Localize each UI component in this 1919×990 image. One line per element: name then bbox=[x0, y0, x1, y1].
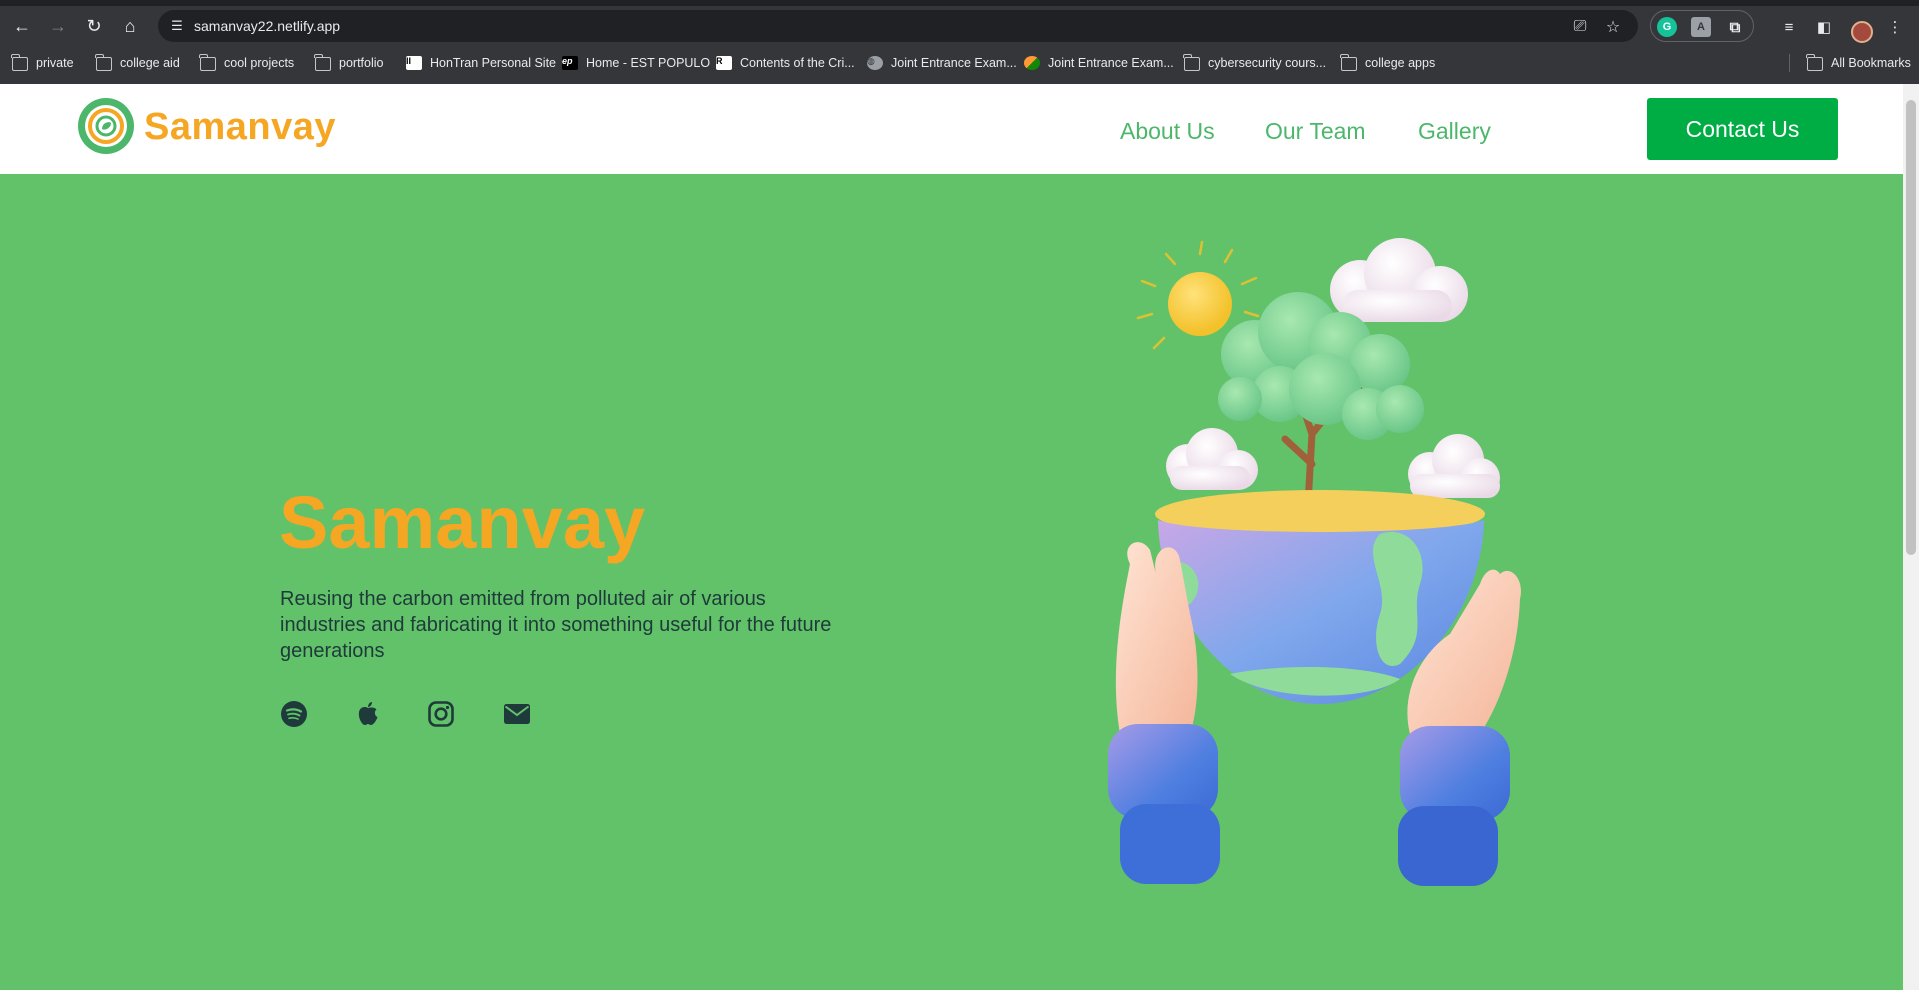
globe-icon: ◍ bbox=[867, 56, 883, 70]
bookmark-jee-2[interactable]: Joint Entrance Exam... bbox=[1024, 54, 1174, 72]
reload-icon[interactable]: ↻ bbox=[80, 12, 108, 40]
apple-icon[interactable] bbox=[353, 699, 383, 729]
menu-kebab-icon[interactable]: ⋮ bbox=[1886, 18, 1904, 36]
browser-chrome: ← → ↻ ⌂ ☰ samanvay22.netlify.app ⎚ ☆ G A… bbox=[0, 0, 1919, 84]
bookmark-hontran[interactable]: II HonTran Personal Site bbox=[406, 54, 556, 72]
bookmarks-divider bbox=[1789, 54, 1790, 72]
site-logo-text[interactable]: Samanvay bbox=[144, 106, 336, 149]
instagram-icon[interactable] bbox=[426, 699, 456, 729]
scrollbar-thumb[interactable] bbox=[1906, 100, 1916, 555]
folder-icon bbox=[1183, 54, 1200, 71]
hero-section: Samanvay Reusing the carbon emitted from… bbox=[0, 174, 1903, 990]
contact-us-button[interactable]: Contact Us bbox=[1647, 98, 1838, 160]
folder-icon bbox=[95, 54, 112, 71]
site-header: Samanvay About Us Our Team Gallery Conta… bbox=[0, 84, 1903, 174]
back-icon[interactable]: ← bbox=[8, 12, 36, 40]
forward-icon[interactable]: → bbox=[44, 12, 72, 40]
all-bookmarks[interactable]: All Bookmarks bbox=[1806, 54, 1911, 72]
bookmark-college-apps[interactable]: college apps bbox=[1340, 54, 1435, 72]
folder-icon bbox=[199, 54, 216, 71]
samanvay-logo-icon[interactable] bbox=[76, 96, 136, 156]
grammarly-icon[interactable]: G bbox=[1657, 17, 1677, 37]
bookmark-cybersecurity[interactable]: cybersecurity cours... bbox=[1183, 54, 1326, 72]
bookmark-star-icon[interactable]: ☆ bbox=[1603, 17, 1623, 37]
nav-our-team[interactable]: Our Team bbox=[1265, 118, 1366, 145]
hero-title: Samanvay bbox=[279, 481, 646, 564]
nav-gallery[interactable]: Gallery bbox=[1418, 118, 1491, 145]
earth-in-hands-illustration bbox=[1108, 238, 1521, 886]
bookmark-college-aid[interactable]: college aid bbox=[95, 54, 180, 72]
folder-icon bbox=[11, 54, 28, 71]
side-panel-icon[interactable]: ◧ bbox=[1815, 18, 1833, 36]
hero-description: Reusing the carbon emitted from polluted… bbox=[280, 588, 832, 662]
extensions-puzzle-icon[interactable]: ⧉ bbox=[1725, 17, 1745, 37]
folder-icon bbox=[1340, 54, 1357, 71]
reading-list-icon[interactable]: ≡ bbox=[1780, 18, 1798, 36]
jee-favicon bbox=[1024, 56, 1040, 70]
url-text[interactable]: samanvay22.netlify.app bbox=[194, 18, 340, 34]
install-app-icon[interactable]: ⎚ bbox=[1570, 17, 1590, 37]
bookmarks-bar: private college aid cool projects portfo… bbox=[0, 48, 1919, 78]
mail-icon[interactable] bbox=[502, 699, 532, 729]
folder-icon bbox=[1806, 54, 1823, 71]
nav-about-us[interactable]: About Us bbox=[1120, 118, 1215, 145]
bookmark-private[interactable]: private bbox=[11, 54, 74, 72]
hontran-favicon: II bbox=[406, 56, 422, 70]
profile-avatar[interactable] bbox=[1851, 21, 1873, 43]
extensions-group: G A ⧉ bbox=[1650, 10, 1754, 42]
translate-extension-icon[interactable]: A bbox=[1691, 17, 1711, 37]
browser-toolbar: ← → ↻ ⌂ ☰ samanvay22.netlify.app ⎚ ☆ G A… bbox=[0, 6, 1919, 46]
bookmark-jee-1[interactable]: ◍ Joint Entrance Exam... bbox=[867, 54, 1017, 72]
bookmark-portfolio[interactable]: portfolio bbox=[314, 54, 383, 72]
home-icon[interactable]: ⌂ bbox=[116, 12, 144, 40]
site-info-icon[interactable]: ☰ bbox=[168, 17, 186, 35]
bookmark-cool-projects[interactable]: cool projects bbox=[199, 54, 294, 72]
page-scrollbar[interactable] bbox=[1903, 84, 1919, 990]
bookmark-est-populo[interactable]: ep Home - EST POPULO bbox=[562, 54, 710, 72]
spotify-icon[interactable] bbox=[279, 699, 309, 729]
bookmark-contents[interactable]: R Contents of the Cri... bbox=[716, 54, 855, 72]
contents-favicon: R bbox=[716, 56, 732, 70]
address-bar[interactable]: ☰ samanvay22.netlify.app ⎚ ☆ bbox=[158, 10, 1638, 42]
est-populo-favicon: ep bbox=[562, 56, 578, 70]
folder-icon bbox=[314, 54, 331, 71]
